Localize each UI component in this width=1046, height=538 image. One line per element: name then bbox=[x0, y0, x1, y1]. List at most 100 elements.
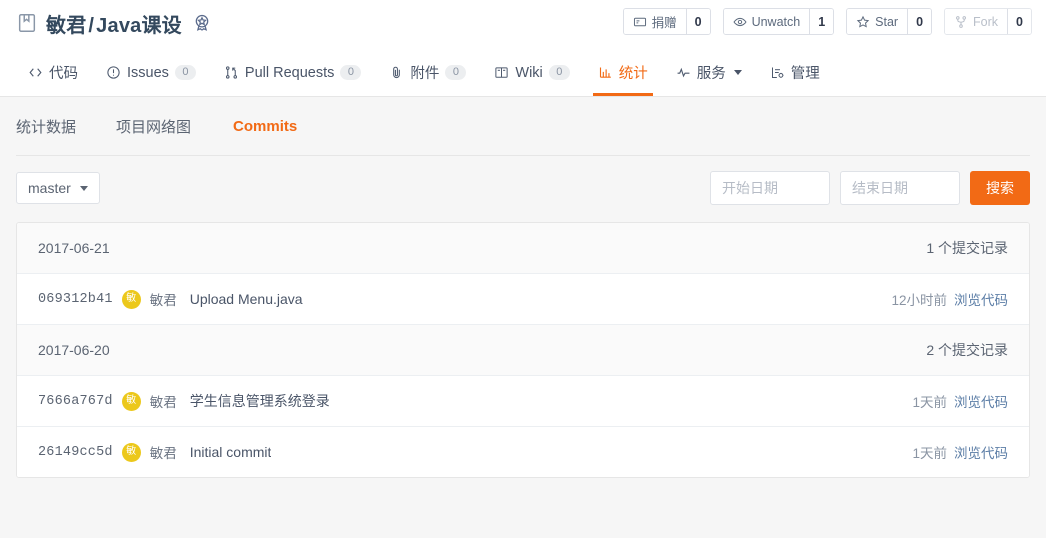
commit-date: 2017-06-21 bbox=[38, 240, 110, 256]
commit-row-left: 26149cc5d 敏 敏君 Initial commit bbox=[38, 442, 271, 462]
fork-count: 0 bbox=[1007, 9, 1031, 34]
commit-message[interactable]: Initial commit bbox=[190, 444, 272, 460]
tab-wiki[interactable]: Wiki 0 bbox=[480, 49, 583, 96]
chevron-down-icon bbox=[733, 70, 742, 75]
repo-actions: 捐赠 0 Unwatch 1 Star 0 Fork 0 bbox=[622, 8, 1032, 35]
page-title: 敏君 / Java课设 bbox=[46, 9, 182, 38]
tab-statistics-label: 统计 bbox=[618, 66, 648, 82]
end-date-input[interactable] bbox=[840, 171, 960, 205]
search-button[interactable]: 搜索 bbox=[970, 171, 1030, 205]
tab-attachments-label: 附件 bbox=[410, 66, 440, 82]
commit-date: 2017-06-20 bbox=[38, 342, 110, 358]
unwatch-button-main[interactable]: Unwatch bbox=[723, 9, 810, 34]
star-button-main[interactable]: Star bbox=[847, 9, 908, 34]
unwatch-button-label: Unwatch bbox=[751, 14, 801, 29]
tab-pull-requests-label: Pull Requests bbox=[244, 64, 335, 81]
commit-date-header: 2017-06-21 1 个提交记录 bbox=[17, 223, 1029, 274]
repo-name[interactable]: Java课设 bbox=[96, 15, 182, 37]
commit-hash[interactable]: 7666a767d bbox=[38, 394, 113, 409]
unwatch-count: 1 bbox=[809, 9, 834, 34]
chevron-down-icon bbox=[79, 185, 88, 191]
paperclip-icon bbox=[393, 66, 401, 79]
tab-code-label: 代码 bbox=[49, 66, 78, 82]
page-body: 统计数据 项目网络图 Commits master 搜索 2017-06-21 … bbox=[0, 97, 1046, 538]
unwatch-button[interactable]: Unwatch 1 bbox=[722, 8, 835, 35]
avatar[interactable]: 敏 bbox=[121, 442, 141, 462]
donate-count: 0 bbox=[685, 9, 710, 34]
commit-row-left: 069312b41 敏 敏君 Upload Menu.java bbox=[38, 289, 303, 309]
donate-icon bbox=[633, 17, 646, 26]
browse-code-link[interactable]: 浏览代码 bbox=[954, 442, 1008, 462]
repo-title-block: 敏君 / Java课设 bbox=[16, 7, 213, 39]
commit-time: 1天前 bbox=[912, 395, 947, 410]
branch-selector[interactable]: master bbox=[16, 172, 100, 204]
commit-time: 12小时前 bbox=[891, 293, 947, 308]
tab-issues-label: Issues bbox=[127, 64, 169, 81]
main-nav: 代码 Issues 0 Pull Requests 0 附件 0 Wiki 0 … bbox=[0, 49, 1046, 97]
repo-header: 敏君 / Java课设 捐赠 0 Unwatch 1 Star 0 Fork 0 bbox=[0, 0, 1046, 49]
commit-row-left: 7666a767d 敏 敏君 学生信息管理系统登录 bbox=[38, 391, 330, 411]
commits-toolbar: master 搜索 bbox=[16, 170, 1030, 206]
commit-message[interactable]: 学生信息管理系统登录 bbox=[190, 391, 330, 411]
star-count: 0 bbox=[907, 9, 932, 34]
commit-search-group: 搜索 bbox=[710, 171, 1030, 205]
tab-manage[interactable]: 管理 bbox=[756, 49, 834, 96]
tab-issues[interactable]: Issues 0 bbox=[92, 49, 210, 96]
branch-selector-label: master bbox=[28, 180, 71, 196]
tab-services-label: 服务 bbox=[696, 66, 726, 82]
pulse-icon bbox=[677, 67, 690, 78]
fork-button-main[interactable]: Fork bbox=[945, 9, 1008, 34]
commit-date-count: 1 个提交记录 bbox=[926, 240, 1008, 256]
table-row[interactable]: 26149cc5d 敏 敏君 Initial commit 1天前 浏览代码 bbox=[17, 427, 1029, 477]
repo-separator: / bbox=[88, 14, 95, 37]
bar-chart-icon bbox=[599, 67, 611, 78]
star-icon bbox=[856, 15, 870, 28]
sub-nav-item-commits[interactable]: Commits bbox=[221, 118, 309, 135]
pull-request-icon bbox=[225, 66, 237, 79]
commit-author[interactable]: 敏君 bbox=[150, 391, 177, 411]
commit-date-count: 2 个提交记录 bbox=[926, 342, 1008, 358]
browse-code-link[interactable]: 浏览代码 bbox=[954, 391, 1008, 411]
tab-attachments-count: 0 bbox=[445, 65, 467, 80]
tab-manage-label: 管理 bbox=[790, 66, 820, 82]
table-row[interactable]: 069312b41 敏 敏君 Upload Menu.java 12小时前 浏览… bbox=[17, 274, 1029, 325]
repo-owner[interactable]: 敏君 bbox=[46, 15, 86, 37]
commit-hash[interactable]: 069312b41 bbox=[38, 292, 113, 307]
tab-wiki-count: 0 bbox=[548, 65, 570, 80]
fork-icon bbox=[956, 15, 967, 28]
code-icon bbox=[29, 68, 42, 77]
star-button-label: Star bbox=[875, 14, 899, 29]
commit-list-panel: 2017-06-21 1 个提交记录 069312b41 敏 敏君 Upload… bbox=[16, 222, 1030, 478]
donate-button-main[interactable]: 捐赠 bbox=[623, 9, 686, 34]
commit-time: 1天前 bbox=[912, 446, 947, 461]
commit-date-header: 2017-06-20 2 个提交记录 bbox=[17, 325, 1029, 376]
fork-button[interactable]: Fork 0 bbox=[944, 8, 1032, 35]
award-badge-icon bbox=[195, 14, 209, 31]
commit-hash[interactable]: 26149cc5d bbox=[38, 445, 113, 460]
commit-author[interactable]: 敏君 bbox=[150, 442, 177, 462]
tab-attachments[interactable]: 附件 0 bbox=[375, 49, 480, 96]
issue-circle-icon bbox=[107, 66, 120, 79]
tab-pull-requests[interactable]: Pull Requests 0 bbox=[210, 49, 375, 96]
tab-services[interactable]: 服务 bbox=[662, 49, 756, 96]
commit-row-right: 1天前 浏览代码 bbox=[912, 442, 1008, 462]
donate-button[interactable]: 捐赠 0 bbox=[622, 8, 711, 35]
donate-button-label: 捐赠 bbox=[651, 16, 677, 30]
sub-nav-divider bbox=[16, 155, 1030, 156]
commit-row-right: 1天前 浏览代码 bbox=[912, 391, 1008, 411]
book-open-icon bbox=[495, 67, 509, 78]
commit-author[interactable]: 敏君 bbox=[150, 289, 177, 309]
sub-nav-item-statistics-data[interactable]: 统计数据 bbox=[16, 116, 88, 137]
star-button[interactable]: Star 0 bbox=[846, 8, 933, 35]
tab-code[interactable]: 代码 bbox=[14, 49, 92, 96]
table-row[interactable]: 7666a767d 敏 敏君 学生信息管理系统登录 1天前 浏览代码 bbox=[17, 376, 1029, 427]
browse-code-link[interactable]: 浏览代码 bbox=[954, 289, 1008, 309]
sub-nav: 统计数据 项目网络图 Commits bbox=[0, 97, 1046, 155]
start-date-input[interactable] bbox=[710, 171, 830, 205]
tab-statistics[interactable]: 统计 bbox=[584, 49, 662, 96]
commit-message[interactable]: Upload Menu.java bbox=[190, 291, 303, 307]
avatar[interactable]: 敏 bbox=[121, 289, 141, 309]
avatar[interactable]: 敏 bbox=[121, 391, 141, 411]
sub-nav-item-network-graph[interactable]: 项目网络图 bbox=[104, 116, 203, 137]
fork-button-label: Fork bbox=[973, 14, 999, 29]
